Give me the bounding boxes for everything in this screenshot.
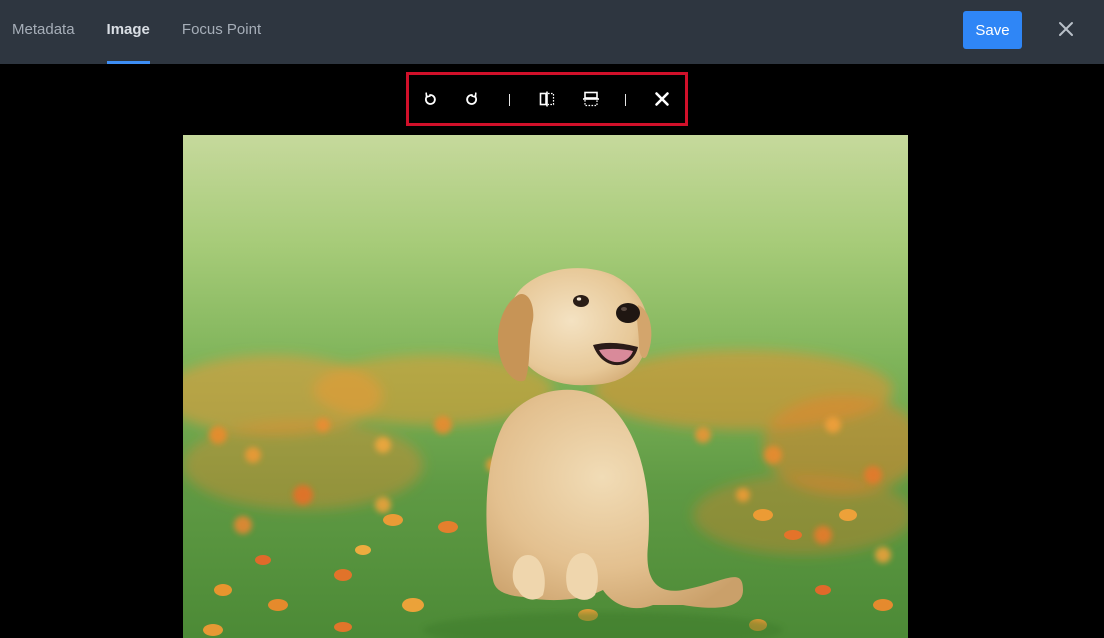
tab-image[interactable]: Image xyxy=(106,0,151,64)
image-edit-toolbar xyxy=(406,72,688,126)
close-icon[interactable] xyxy=(651,88,673,110)
editor-tabs: Metadata Image Focus Point xyxy=(0,0,261,64)
flip-horizontal-icon[interactable] xyxy=(536,88,558,110)
tab-metadata[interactable]: Metadata xyxy=(12,0,75,64)
flip-vertical-icon[interactable] xyxy=(580,88,602,110)
toolbar-divider xyxy=(509,94,510,106)
close-icon[interactable] xyxy=(1054,17,1078,41)
save-button[interactable]: Save xyxy=(963,11,1022,49)
editor-header: Metadata Image Focus Point Save xyxy=(0,0,1104,64)
toolbar-divider xyxy=(625,94,626,106)
tab-focus-point[interactable]: Focus Point xyxy=(182,0,261,64)
puppy-photo[interactable] xyxy=(183,135,908,638)
rotate-left-icon[interactable] xyxy=(419,88,441,110)
rotate-right-icon[interactable] xyxy=(461,88,483,110)
